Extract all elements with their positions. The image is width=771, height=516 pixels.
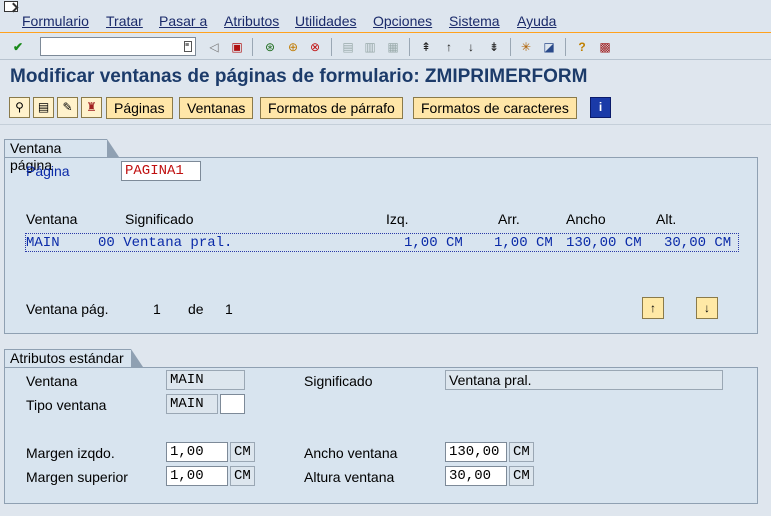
menu-tratar[interactable]: Tratar — [106, 13, 143, 29]
altura-ventana-label: Altura ventana — [304, 469, 395, 485]
toolbar-separator — [565, 38, 566, 56]
save-icon[interactable]: ▣ — [228, 38, 246, 56]
toolbar-separator — [252, 38, 253, 56]
significado-label: Significado — [304, 373, 373, 389]
margen-sup-field[interactable]: 1,00 — [166, 466, 228, 486]
find-icon[interactable]: ▥ — [361, 38, 379, 56]
toolbar-separator — [331, 38, 332, 56]
back-icon[interactable]: ◁ — [205, 38, 223, 56]
row-ventana: MAIN — [26, 235, 60, 251]
pagina-field[interactable]: PAGINA1 — [121, 161, 201, 181]
stamp-icon[interactable]: ♜ — [81, 97, 102, 118]
command-history-icon[interactable]: ≡ — [184, 41, 192, 52]
paginas-button[interactable]: Páginas — [106, 97, 173, 119]
menu-opciones[interactable]: Opciones — [373, 13, 432, 29]
row-ancho: 130,00 CM — [566, 235, 642, 251]
page-up-icon[interactable]: ↑ — [642, 297, 664, 319]
find-next-icon[interactable]: ▦ — [384, 38, 402, 56]
first-page-icon[interactable]: ⇞ — [417, 38, 435, 56]
menu-bar: Formulario Tratar Pasar a Atributos Util… — [0, 0, 771, 33]
ventana-pagina-group-title: Ventana página — [4, 139, 119, 173]
col-alt: Alt. — [656, 211, 677, 227]
ancho-ventana-field[interactable]: 130,00 — [445, 442, 507, 462]
margen-izq-field[interactable]: 1,00 — [166, 442, 228, 462]
application-toolbar: ⚲ ▤ ✎ ♜ Páginas Ventanas Formatos de pár… — [0, 93, 771, 125]
altura-ventana-unit: CM — [509, 466, 534, 486]
cancel-icon[interactable]: ⊗ — [306, 38, 324, 56]
page-down-icon[interactable]: ↓ — [696, 297, 718, 319]
col-izq: Izq. — [386, 211, 409, 227]
ancho-ventana-unit: CM — [509, 442, 534, 462]
page-title: Modificar ventanas de páginas de formula… — [10, 66, 588, 87]
col-ventana: Ventana — [26, 211, 78, 227]
ventana-pag-de: de — [188, 301, 204, 317]
formatos-caracteres-button[interactable]: Formatos de caracteres — [413, 97, 577, 119]
toolbar-separator — [510, 38, 511, 56]
back-nav-icon[interactable]: ⊛ — [261, 38, 279, 56]
system-menu-icon[interactable] — [4, 1, 18, 12]
ventana-field: MAIN — [166, 370, 245, 390]
exit-icon[interactable]: ⊕ — [284, 38, 302, 56]
col-arr: Arr. — [498, 211, 520, 227]
formatos-parrafo-button[interactable]: Formatos de párrafo — [260, 97, 403, 119]
shortcut-icon[interactable]: ◪ — [540, 38, 558, 56]
margen-sup-unit: CM — [230, 466, 255, 486]
new-session-icon[interactable]: ✳ — [517, 38, 535, 56]
menu-sistema[interactable]: Sistema — [449, 13, 500, 29]
margen-izq-unit: CM — [230, 442, 255, 462]
row-alt: 30,00 CM — [664, 235, 732, 251]
tipo-ventana-label: Tipo ventana — [26, 397, 107, 413]
ventana-pag-total: 1 — [225, 301, 233, 317]
atributos-group-title: Atributos estándar — [4, 349, 143, 367]
altura-ventana-field[interactable]: 30,00 — [445, 466, 507, 486]
next-page-icon[interactable]: ↓ — [462, 38, 480, 56]
margen-izq-label: Margen izqdo. — [26, 445, 115, 461]
display-change-icon[interactable]: ⚲ — [9, 97, 30, 118]
col-significado: Significado — [125, 211, 194, 227]
check-icon[interactable]: ▤ — [33, 97, 54, 118]
info-icon[interactable]: i — [590, 97, 611, 118]
col-ancho: Ancho — [566, 211, 606, 227]
row-arr: 1,00 CM — [494, 235, 553, 251]
help-icon[interactable]: ? — [573, 38, 591, 56]
menu-pasar-a[interactable]: Pasar a — [159, 13, 207, 29]
ancho-ventana-label: Ancho ventana — [304, 445, 398, 461]
tipo-ventana-field: MAIN — [166, 394, 218, 414]
menu-formulario[interactable]: Formulario — [22, 13, 89, 29]
layout-icon[interactable]: ▩ — [596, 38, 614, 56]
significado-field: Ventana pral. — [445, 370, 723, 390]
ventana-pag-label: Ventana pág. — [26, 301, 109, 317]
row-significado: 00 Ventana pral. — [98, 235, 233, 251]
menu-utilidades[interactable]: Utilidades — [295, 13, 356, 29]
pagina-label: Página — [26, 163, 70, 179]
last-page-icon[interactable]: ⇟ — [485, 38, 503, 56]
command-field[interactable]: ≡ — [40, 37, 196, 56]
enter-icon[interactable]: ✔ — [9, 38, 27, 56]
tipo-ventana-extra-field[interactable] — [220, 394, 245, 414]
ventana-label: Ventana — [26, 373, 78, 389]
edit-icon[interactable]: ✎ — [57, 97, 78, 118]
menu-ayuda[interactable]: Ayuda — [517, 13, 556, 29]
ventanas-button[interactable]: Ventanas — [179, 97, 254, 119]
ventana-pag-current: 1 — [153, 301, 161, 317]
prev-page-icon[interactable]: ↑ — [440, 38, 458, 56]
row-izq: 1,00 CM — [404, 235, 463, 251]
margen-sup-label: Margen superior — [26, 469, 128, 485]
menu-atributos[interactable]: Atributos — [224, 13, 279, 29]
toolbar-separator — [409, 38, 410, 56]
title-bar: Modificar ventanas de páginas de formula… — [0, 61, 771, 92]
print-icon[interactable]: ▤ — [339, 38, 357, 56]
